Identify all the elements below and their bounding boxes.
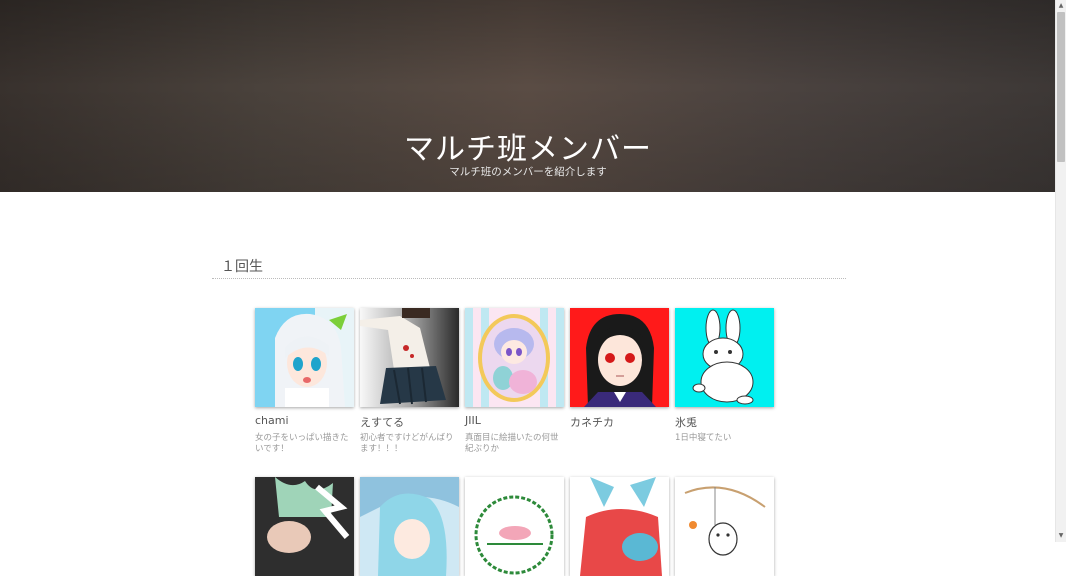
member-avatar[interactable] [255,477,354,576]
member-card[interactable]: えすてる 初心者ですけどがんばります！！！ [360,308,459,454]
member-avatar[interactable] [570,308,669,407]
member-name: chami [255,414,289,427]
member-card[interactable]: カネチカ [570,308,669,429]
scroll-up-arrow-icon[interactable]: ▲ [1056,0,1066,12]
member-avatar[interactable] [465,477,564,576]
member-name: えすてる [360,416,405,429]
member-description: 1日中寝てたい [675,433,732,443]
member-avatar[interactable] [360,308,459,407]
member-card[interactable] [570,477,669,576]
member-card[interactable]: chami 女の子をいっぱい描きたいです！ [255,308,354,454]
page-subtitle: マルチ班のメンバーを紹介します [449,166,607,178]
member-description: 真面目に絵描いたの何世紀ぶりか [465,433,559,454]
member-avatar[interactable] [360,477,459,576]
member-description: 女の子をいっぱい描きたいです！ [255,433,349,454]
member-avatar[interactable] [465,308,564,407]
member-avatar[interactable] [570,477,669,576]
member-avatar[interactable] [675,308,774,407]
member-avatar[interactable] [255,308,354,407]
member-card[interactable] [675,477,774,576]
member-card[interactable]: 氷兎 1日中寝てたい [675,308,774,443]
member-card[interactable] [465,477,564,576]
section-heading-first-year: １回生 [212,254,846,279]
member-card[interactable] [255,477,354,576]
page-title: マルチ班メンバー [404,132,652,167]
member-name: 氷兎 [675,416,697,429]
scroll-down-arrow-icon[interactable]: ▼ [1056,530,1066,542]
scroll-thumb[interactable] [1057,12,1065,162]
member-description: 初心者ですけどがんばります！！！ [360,433,454,454]
member-card[interactable] [360,477,459,576]
hero-header: マルチ班メンバー マルチ班のメンバーを紹介します [0,0,1056,192]
section-heading-label: １回生 [221,259,263,275]
member-card[interactable]: JIIL 真面目に絵描いたの何世紀ぶりか [465,308,564,454]
member-name: JIIL [465,414,481,427]
member-name: カネチカ [570,416,614,429]
member-avatar[interactable] [675,477,774,576]
vertical-scrollbar[interactable]: ▲ ▼ [1055,0,1066,542]
